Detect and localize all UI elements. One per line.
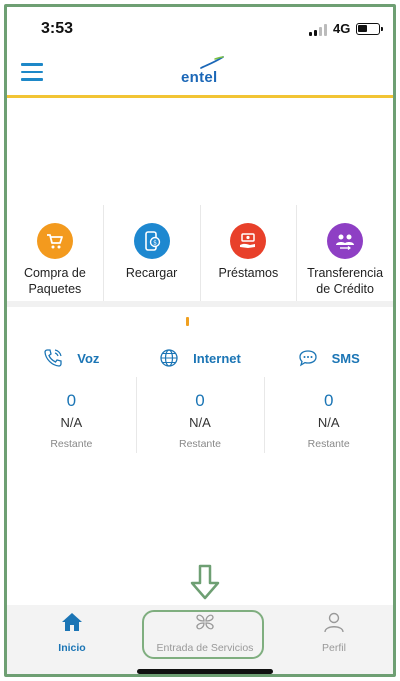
quick-actions: Compra de Paquetes $ Recargar Préstamos xyxy=(7,205,393,301)
money-hand-icon xyxy=(230,223,267,259)
balance-internet[interactable]: Internet 0 N/A Restante xyxy=(135,343,265,453)
shortcut-recargar[interactable]: $ Recargar xyxy=(104,205,201,301)
app-header: entel xyxy=(7,51,393,95)
shortcut-transferencia[interactable]: Transferencia de Crédito xyxy=(297,205,393,301)
balance-voz[interactable]: Voz 0 N/A Restante xyxy=(7,343,136,453)
menu-icon[interactable] xyxy=(21,63,43,81)
shortcut-label: Recargar xyxy=(125,266,178,280)
globe-icon xyxy=(160,349,178,367)
network-type: 4G xyxy=(333,21,351,36)
shortcut-prestamos[interactable]: Préstamos xyxy=(201,205,298,301)
app-frame: 3:53 4G entel Compra de Paquetes $ Recar… xyxy=(4,4,396,677)
arrow-down-icon xyxy=(190,564,220,600)
page-indicator xyxy=(186,317,189,326)
balance-sms[interactable]: SMS 0 N/A Restante xyxy=(264,343,393,453)
nav-label: Inicio xyxy=(58,642,86,654)
balance-value: 0 xyxy=(195,391,205,410)
balance-unit: N/A xyxy=(317,415,340,430)
status-bar: 3:53 4G xyxy=(7,7,393,47)
shortcut-label: Préstamos xyxy=(218,266,279,280)
callout-highlight xyxy=(142,610,264,659)
home-icon xyxy=(62,613,82,631)
home-indicator[interactable] xyxy=(137,669,273,674)
balance-caption: Restante xyxy=(50,438,93,450)
status-time: 3:53 xyxy=(41,20,74,37)
phone-call-icon xyxy=(44,349,62,367)
phone-dollar-icon: $ xyxy=(133,223,170,259)
section-divider xyxy=(7,301,393,307)
battery-icon xyxy=(356,23,383,35)
shortcut-label: Transferencia de Crédito xyxy=(307,266,384,296)
balance-value: 0 xyxy=(323,391,334,410)
balance-title: Internet xyxy=(193,350,241,366)
user-icon xyxy=(324,612,344,633)
balance-unit: N/A xyxy=(60,415,83,430)
nav-perfil[interactable]: Perfil xyxy=(279,611,389,654)
svg-text:$: $ xyxy=(153,240,157,247)
shortcut-label: Compra de Paquetes xyxy=(23,266,86,296)
chat-bubble-icon xyxy=(298,350,317,367)
balance-value: 0 xyxy=(66,391,77,410)
nav-inicio[interactable]: Inicio xyxy=(17,611,127,654)
nav-label: Perfil xyxy=(322,642,346,654)
shortcut-compra-paquetes[interactable]: Compra de Paquetes xyxy=(7,205,104,301)
balance-caption: Restante xyxy=(178,438,222,450)
header-divider xyxy=(7,95,393,98)
cart-icon xyxy=(36,223,73,259)
logo-text: entel xyxy=(181,69,218,86)
balance-unit: N/A xyxy=(189,415,211,430)
balance-summary: Voz 0 N/A Restante Internet 0 N/A Restan… xyxy=(7,343,393,453)
balance-caption: Restante xyxy=(307,438,350,450)
signal-icon xyxy=(309,24,329,36)
entel-logo: entel xyxy=(179,55,229,89)
balance-title: SMS xyxy=(331,350,360,366)
balance-title: Voz xyxy=(77,350,100,366)
users-transfer-icon xyxy=(327,223,364,259)
